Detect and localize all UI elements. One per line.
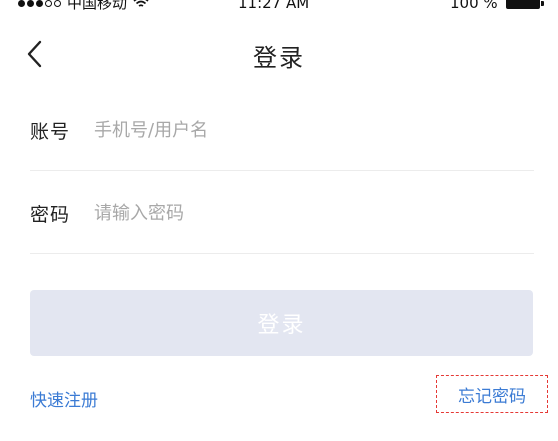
login-button[interactable]: 登录 (30, 290, 533, 356)
quick-register-link[interactable]: 快速注册 (30, 386, 98, 411)
account-label: 账号 (30, 120, 71, 143)
battery-icon (505, 0, 544, 9)
password-field-row: 密码 (30, 173, 534, 254)
battery-percent: 100 % (450, 0, 498, 12)
carrier-name: 中国移动 (67, 0, 128, 12)
account-input[interactable] (94, 110, 534, 150)
status-bar-left: 中国移动 (18, 0, 149, 12)
password-label: 密码 (30, 203, 71, 226)
page-title: 登录 (253, 44, 305, 72)
account-field-row: 账号 (30, 90, 534, 171)
signal-dots-icon (18, 0, 61, 7)
status-time: 11:27 AM (238, 0, 310, 12)
forgot-password-link[interactable]: 忘记密码 (436, 375, 548, 413)
password-input[interactable] (94, 193, 534, 233)
status-bar-right: 100 % (450, 0, 544, 12)
wifi-icon (133, 0, 149, 7)
status-bar: 中国移动 11:27 AM 100 % (0, 0, 558, 18)
nav-bar: 登录 (0, 18, 558, 92)
